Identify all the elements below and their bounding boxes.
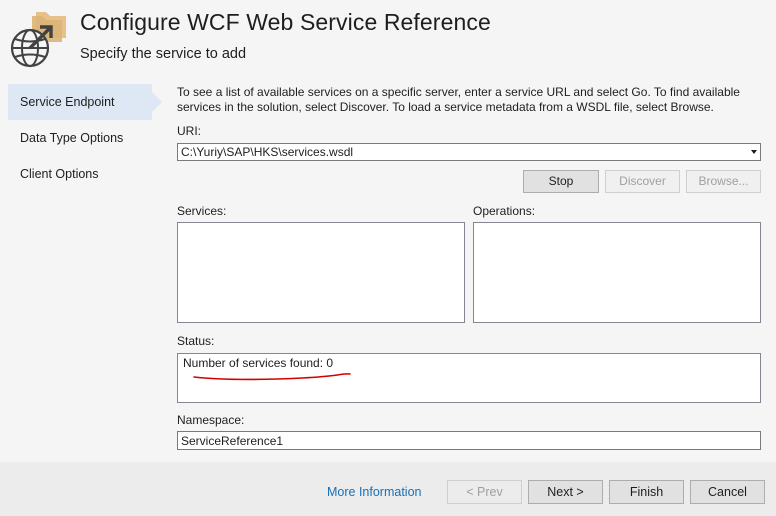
sidebar-item-label: Client Options <box>20 167 99 181</box>
status-box: Number of services found: 0 <box>177 353 761 403</box>
operations-list[interactable] <box>473 222 761 323</box>
uri-combobox[interactable]: C:\Yuriy\SAP\HKS\services.wsdl <box>177 143 761 161</box>
prev-button[interactable]: < Prev <box>447 480 522 504</box>
services-label: Services: <box>177 204 227 218</box>
namespace-label: Namespace: <box>177 413 245 427</box>
services-list[interactable] <box>177 222 465 323</box>
stop-button[interactable]: Stop <box>523 170 599 193</box>
wizard-sidebar: Service Endpoint Data Type Options Clien… <box>0 76 168 462</box>
chevron-down-icon[interactable] <box>751 150 757 154</box>
browse-button[interactable]: Browse... <box>686 170 761 193</box>
wcf-service-globe-icon <box>10 12 66 68</box>
next-button[interactable]: Next > <box>528 480 603 504</box>
more-information-link[interactable]: More Information <box>327 485 421 499</box>
namespace-input[interactable]: ServiceReference1 <box>177 431 761 450</box>
discover-button[interactable]: Discover <box>605 170 680 193</box>
service-endpoint-panel: To see a list of available services on a… <box>168 76 776 462</box>
status-text: Number of services found: 0 <box>183 356 334 370</box>
instructions-text: To see a list of available services on a… <box>177 85 740 114</box>
red-underline-annotation <box>193 373 351 381</box>
sidebar-item-data-type-options[interactable]: Data Type Options <box>8 120 152 156</box>
namespace-value: ServiceReference1 <box>181 434 284 448</box>
sidebar-item-label: Data Type Options <box>20 131 124 145</box>
cancel-button[interactable]: Cancel <box>690 480 765 504</box>
uri-label: URI: <box>177 124 201 138</box>
operations-label: Operations: <box>473 204 536 218</box>
sidebar-item-client-options[interactable]: Client Options <box>8 156 152 192</box>
sidebar-item-service-endpoint[interactable]: Service Endpoint <box>8 84 162 120</box>
sidebar-item-label: Service Endpoint <box>20 95 115 109</box>
dialog-header: Configure WCF Web Service Reference Spec… <box>0 0 776 76</box>
dialog-title: Configure WCF Web Service Reference <box>80 9 491 35</box>
finish-button[interactable]: Finish <box>609 480 684 504</box>
dialog-subtitle: Specify the service to add <box>80 46 247 62</box>
uri-value: C:\Yuriy\SAP\HKS\services.wsdl <box>181 145 354 159</box>
dialog-footer: More Information < Prev Next > Finish Ca… <box>0 462 776 516</box>
active-item-arrow <box>152 92 162 112</box>
status-label: Status: <box>177 334 215 348</box>
